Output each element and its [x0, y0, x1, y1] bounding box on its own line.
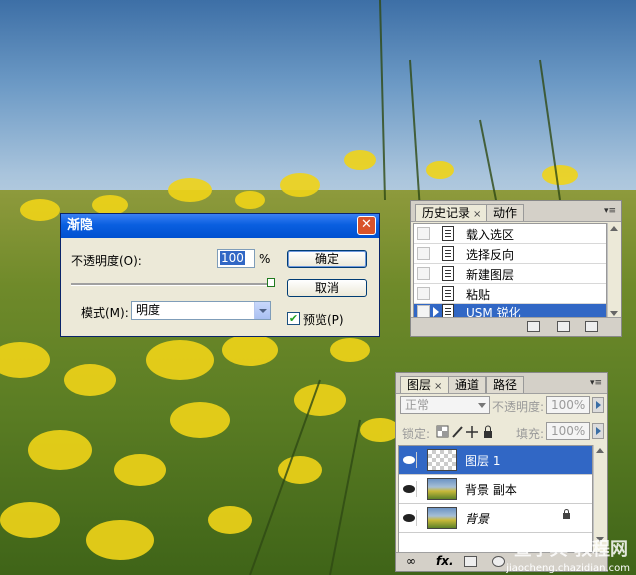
mode-select-value: 明度 [136, 303, 161, 317]
layer-style-fx-icon[interactable]: fx. [436, 554, 454, 568]
tab-paths[interactable]: 路径 [486, 376, 525, 393]
opacity-slider-toggle-icon[interactable] [592, 397, 604, 413]
watermark-logo: 查字典 教程网 [513, 539, 628, 560]
tab-actions[interactable]: 动作 [486, 204, 525, 221]
history-tabbar: 历史记录 × 动作 ▾≡ [411, 201, 621, 222]
lock-label: 锁定: [402, 427, 431, 441]
layer-row-selected[interactable]: 图层 1 [399, 446, 592, 475]
history-item-label: 新建图层 [466, 268, 515, 282]
dialog-titlebar[interactable]: 渐隐 ✕ [61, 214, 379, 238]
fill-input[interactable]: 100% [546, 422, 590, 440]
ok-button[interactable]: 确定 [287, 250, 367, 268]
layer-thumbnail [427, 449, 457, 471]
snapshot-source-box[interactable] [417, 287, 430, 300]
chevron-down-icon [478, 403, 486, 408]
lock-icon [563, 509, 570, 519]
checkmark-icon: ✔ [288, 312, 299, 325]
history-item[interactable]: 载入选区 [414, 224, 606, 244]
panel-menu-icon[interactable]: ▾≡ [602, 204, 618, 218]
layer-opacity-label: 不透明度: [492, 400, 545, 414]
layer-thumbnail [427, 478, 457, 500]
blend-mode-select[interactable]: 正常 [400, 396, 490, 414]
history-scrollbar[interactable] [607, 223, 620, 319]
opacity-label: 不透明度(O): [71, 254, 142, 268]
lock-all-icon[interactable] [484, 425, 492, 438]
new-document-from-state-icon[interactable] [527, 321, 540, 332]
preview-checkbox[interactable]: ✔ [287, 312, 300, 325]
lock-options [436, 425, 492, 438]
adjustment-layer-icon[interactable] [492, 556, 505, 567]
history-item-label: 粘贴 [466, 288, 491, 302]
snapshot-source-box[interactable] [417, 247, 430, 260]
snapshot-source-box[interactable] [417, 227, 430, 240]
close-button[interactable]: ✕ [357, 216, 376, 235]
document-icon [442, 226, 454, 241]
lock-paint-brush-icon[interactable] [452, 426, 463, 438]
chevron-down-icon[interactable] [254, 302, 270, 319]
scroll-up-icon[interactable] [610, 226, 618, 231]
eye-icon[interactable] [402, 452, 417, 468]
history-panel: 历史记录 × 动作 ▾≡ 载入选区 选择反向 新建图层 粘贴 USM 锐化 [410, 200, 622, 337]
layer-row[interactable]: 背景 [399, 504, 592, 533]
tab-layers[interactable]: 图层 × [400, 376, 450, 393]
layer-opacity-input[interactable]: 100% [546, 396, 590, 414]
layer-name: 背景 [465, 512, 490, 526]
fade-dialog: 渐隐 ✕ 不透明度(O): 100 % 模式(M): 明度 确定 取消 ✔ 预览… [60, 213, 380, 337]
tab-channels[interactable]: 通道 [448, 376, 487, 393]
opacity-unit: % [259, 252, 271, 266]
opacity-slider-thumb[interactable] [267, 278, 275, 287]
layer-mask-icon[interactable] [464, 556, 477, 567]
tab-history-label: 历史记录 [422, 206, 471, 220]
eye-icon[interactable] [402, 510, 417, 526]
blend-mode-value: 正常 [405, 398, 430, 412]
document-icon [442, 266, 454, 281]
document-icon [442, 286, 454, 301]
document-icon [442, 246, 454, 261]
history-item-label: 载入选区 [466, 228, 515, 242]
panel-menu-icon[interactable]: ▾≡ [588, 376, 604, 390]
layer-thumbnail [427, 507, 457, 529]
mode-label: 模式(M): [81, 306, 129, 320]
trash-icon[interactable] [585, 321, 598, 332]
preview-label: 预览(P) [303, 313, 344, 327]
eye-icon[interactable] [402, 481, 417, 497]
tab-history[interactable]: 历史记录 × [415, 204, 489, 221]
scroll-up-icon[interactable] [596, 448, 604, 453]
history-item[interactable]: 新建图层 [414, 264, 606, 284]
tab-layers-label: 图层 [407, 378, 432, 392]
opacity-input-value: 100 [220, 251, 245, 265]
lock-transparent-icon[interactable] [436, 425, 449, 438]
opacity-slider-track[interactable] [71, 283, 271, 286]
scroll-down-icon[interactable] [610, 311, 618, 316]
mode-select[interactable]: 明度 [131, 301, 271, 320]
layers-scrollbar[interactable] [593, 445, 606, 545]
layer-name: 背景 副本 [465, 483, 517, 497]
history-item[interactable]: 选择反向 [414, 244, 606, 264]
history-state-marker-icon [433, 307, 439, 317]
close-icon[interactable]: × [473, 209, 481, 220]
history-list: 载入选区 选择反向 新建图层 粘贴 USM 锐化 [413, 223, 607, 321]
layers-tabbar: 图层 × 通道 路径 ▾≡ [396, 373, 607, 394]
lock-move-icon[interactable] [466, 426, 478, 438]
opacity-input[interactable]: 100 [217, 249, 255, 268]
layer-row[interactable]: 背景 副本 [399, 475, 592, 504]
history-item-label: 选择反向 [466, 248, 515, 262]
layer-name: 图层 1 [465, 454, 501, 468]
dialog-title: 渐隐 [67, 218, 94, 233]
watermark-url: jiaocheng.chazidian.com [506, 563, 630, 574]
close-icon[interactable]: × [434, 381, 442, 392]
camera-snapshot-icon[interactable] [557, 321, 570, 332]
fill-slider-toggle-icon[interactable] [592, 423, 604, 439]
link-layers-icon[interactable]: ∞ [406, 554, 416, 568]
snapshot-source-box[interactable] [417, 267, 430, 280]
history-item[interactable]: 粘贴 [414, 284, 606, 304]
cancel-button[interactable]: 取消 [287, 279, 367, 297]
history-footer [411, 317, 621, 336]
fill-label: 填充: [516, 427, 545, 441]
